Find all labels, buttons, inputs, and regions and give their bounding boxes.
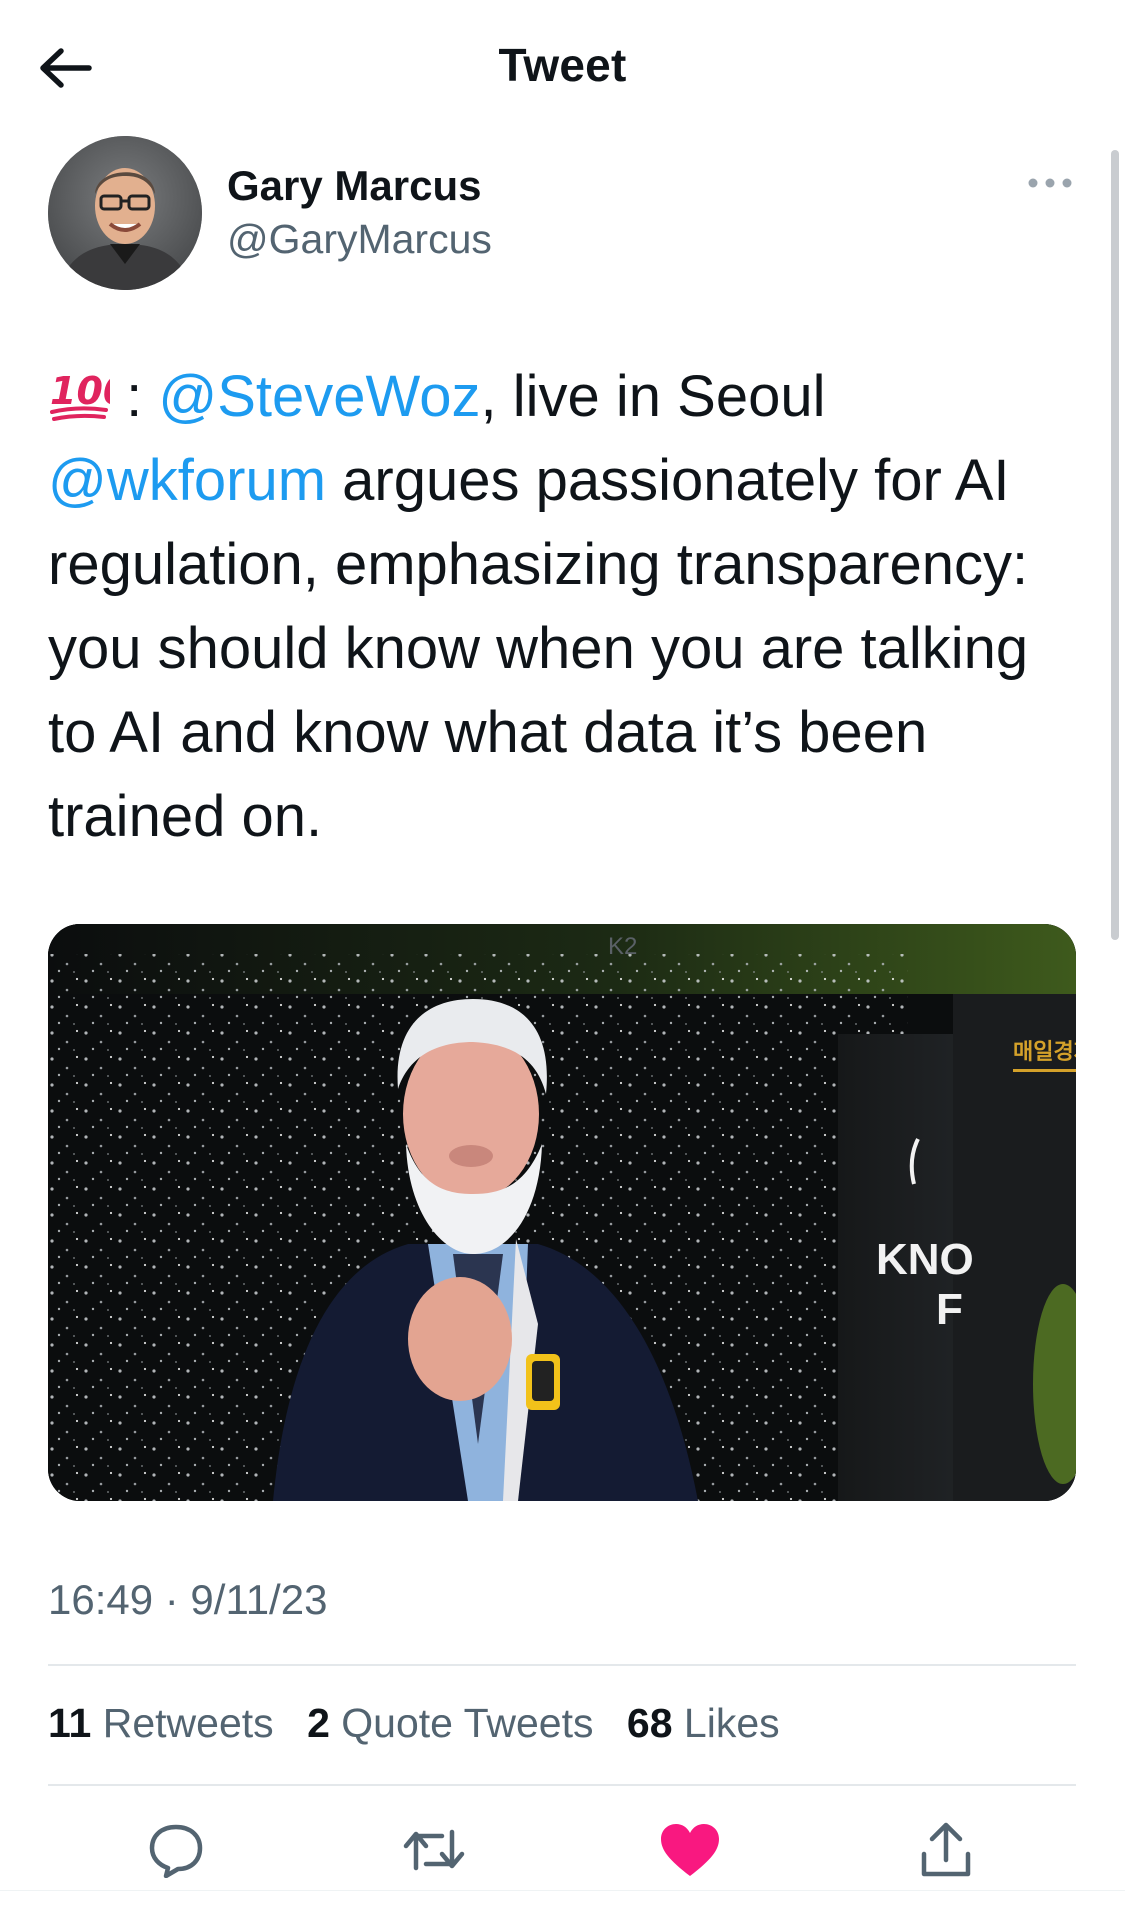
like-icon <box>661 1824 719 1876</box>
hundred-points-icon: 100 <box>48 361 129 421</box>
quote-tweets-label: Quote Tweets <box>329 1700 594 1746</box>
tweet-timestamp[interactable]: 16:49 · 9/11/23 <box>48 1576 327 1624</box>
colon-text: : <box>110 364 159 429</box>
svg-text:100: 100 <box>50 369 110 413</box>
scrollbar[interactable] <box>1111 150 1119 940</box>
like-button[interactable] <box>650 1810 730 1890</box>
top-bar: Tweet <box>0 0 1125 130</box>
tweet-media-photo[interactable]: K2 매일경제 KNO F <box>48 924 1076 1501</box>
author-handle[interactable]: @GaryMarcus <box>227 216 492 263</box>
divider <box>48 1784 1076 1786</box>
photo-content: K2 매일경제 KNO F <box>48 924 1076 1501</box>
avatar[interactable] <box>48 136 202 290</box>
likes-count: 68 <box>626 1700 673 1746</box>
more-options-icon <box>1028 178 1072 188</box>
tweet-text-part1: , live in Seoul <box>480 364 826 429</box>
retweets-count: 11 <box>48 1700 92 1746</box>
quote-tweets-stat[interactable]: 2 Quote Tweets <box>307 1700 593 1747</box>
author-name[interactable]: Gary Marcus <box>227 162 481 210</box>
likes-label: Likes <box>672 1700 780 1746</box>
page-title: Tweet <box>498 39 627 91</box>
share-button[interactable] <box>906 1810 986 1890</box>
sign-text-1: KNO <box>876 1235 974 1284</box>
sign-korean-text: 매일경제 <box>1013 1040 1076 1065</box>
retweet-icon <box>403 1829 465 1871</box>
share-icon <box>921 1822 971 1877</box>
mention-link-wkforum[interactable]: @wkforum <box>48 448 326 513</box>
reply-icon <box>149 1824 203 1878</box>
avatar-photo <box>48 136 202 290</box>
retweets-label: Retweets <box>91 1700 274 1746</box>
likes-stat[interactable]: 68 Likes <box>627 1700 780 1747</box>
mention-link-stevewoz[interactable]: @SteveWoz <box>158 364 480 429</box>
bottom-strip <box>0 1890 1125 1912</box>
sign-text-2: F <box>936 1285 963 1334</box>
action-bar <box>0 1810 1125 1890</box>
screen-label: K2 <box>608 933 637 960</box>
quote-tweets-count: 2 <box>307 1700 330 1746</box>
more-options-button[interactable] <box>1025 168 1075 198</box>
retweet-button[interactable] <box>394 1810 474 1890</box>
divider <box>48 1664 1076 1666</box>
tweet-text: 100 : @SteveWoz, live in Seoul @wkforum … <box>48 355 1088 859</box>
retweets-stat[interactable]: 11 Retweets <box>48 1700 274 1747</box>
engagement-stats: 11 Retweets 2 Quote Tweets 68 Likes <box>48 1700 802 1747</box>
reply-button[interactable] <box>136 1810 216 1890</box>
